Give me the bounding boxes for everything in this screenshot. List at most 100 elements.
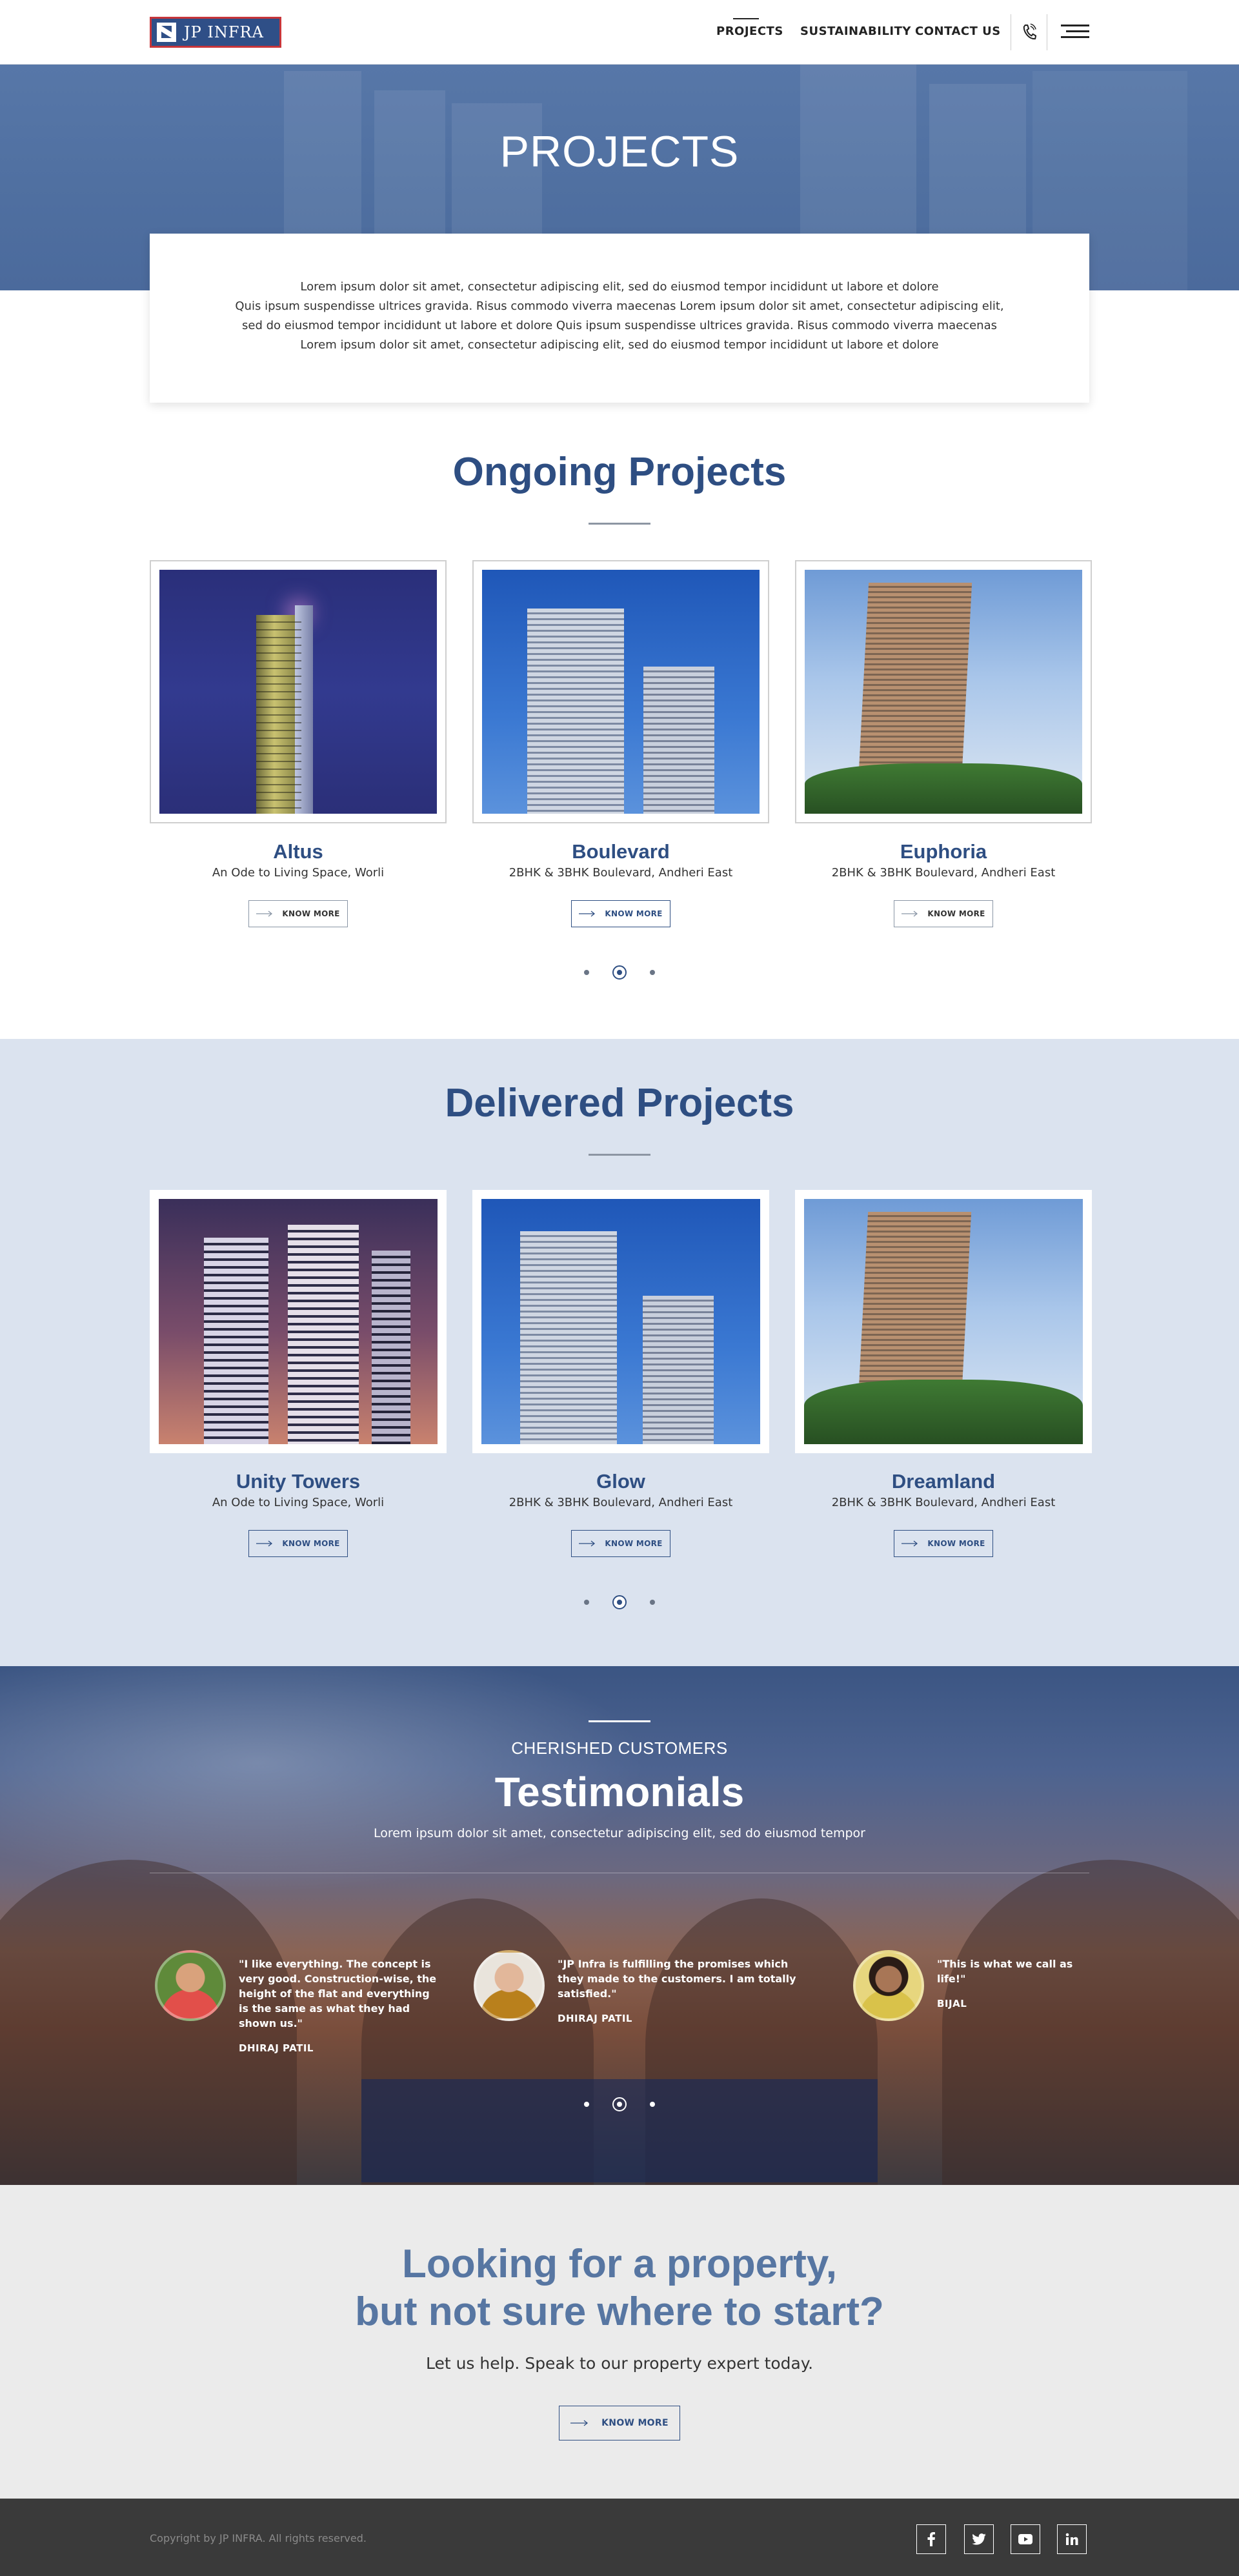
project-image-euphoria[interactable] [805,570,1082,814]
linkedin-icon[interactable] [1057,2524,1087,2554]
testimonials-kicker: CHERISHED CUSTOMERS [511,1738,728,1758]
project-card-glow[interactable]: Glow 2BHK & 3BHK Boulevard, Andheri East… [472,1190,769,1557]
project-image-frame [472,1190,769,1453]
testimonial-author: DHIRAJ PATIL [239,2042,314,2054]
cta-title-line: Looking for a property, [402,2242,837,2286]
project-card-boulevard[interactable]: Boulevard 2BHK & 3BHK Boulevard, Andheri… [472,560,769,927]
know-more-label: KNOW MORE [282,909,340,918]
project-image-frame [150,560,447,823]
know-more-label: KNOW MORE [282,1539,340,1548]
cta-know-more-button[interactable]: KNOW MORE [559,2406,680,2440]
testimonial-quote: "JP Infra is fulfilling the promises whi… [558,1958,796,2000]
youtube-icon[interactable] [1011,2524,1040,2554]
carousel-dot[interactable] [584,970,589,975]
know-more-label: KNOW MORE [605,1539,663,1548]
nav-item-projects[interactable]: PROJECTS [716,25,783,38]
testimonial-author: BIJAL [937,1998,967,2009]
carousel-dot[interactable] [650,2102,655,2107]
project-image-glow[interactable] [481,1199,760,1444]
project-image-boulevard[interactable] [482,570,760,814]
logo-text: JP INFRA [184,23,264,41]
intro-line: Lorem ipsum dolor sit amet, consectetur … [300,338,939,352]
arrow-right-icon [256,911,273,917]
carousel-dot-active[interactable] [612,2097,627,2111]
project-name: Boulevard [572,840,670,863]
know-more-button[interactable]: KNOW MORE [248,1530,348,1557]
project-name: Glow [596,1470,645,1493]
ongoing-carousel-dots [0,965,1239,980]
delivered-projects-title: Delivered Projects [445,1081,794,1125]
twitter-icon[interactable] [964,2524,994,2554]
project-image-frame [472,560,769,823]
know-more-button[interactable]: KNOW MORE [894,1530,993,1557]
ongoing-projects-title: Ongoing Projects [452,450,787,494]
intro-line: sed do eiusmod tempor incididunt ut labo… [242,319,997,332]
project-name: Dreamland [891,1470,996,1493]
nav-item-sustainability[interactable]: SUSTAINABILITY [800,25,911,38]
jp-infra-logo[interactable]: JP INFRA [150,17,281,48]
project-card-altus[interactable]: Altus An Ode to Living Space, Worli KNOW… [150,560,447,927]
background-arch [942,1860,1239,2185]
facebook-icon[interactable] [916,2524,946,2554]
project-name: Euphoria [900,840,987,863]
know-more-button[interactable]: KNOW MORE [571,900,670,927]
nav-item-contact-us[interactable]: CONTACT US [915,25,1001,38]
section-divider [589,1720,650,1722]
project-image-unity-towers[interactable] [159,1199,438,1444]
carousel-dot[interactable] [584,2102,589,2107]
project-image-frame [150,1190,447,1453]
project-image-frame [795,1190,1092,1453]
testimonial-quote: "This is what we call as life!" [937,1958,1073,1985]
project-subtitle: 2BHK & 3BHK Boulevard, Andheri East [831,1496,1056,1509]
nav-item-projects-label[interactable]: PROJECTS [716,25,783,38]
project-subtitle: An Ode to Living Space, Worli [212,866,385,880]
arrow-right-icon [902,911,918,917]
know-more-button[interactable]: KNOW MORE [248,900,348,927]
know-more-button[interactable]: KNOW MORE [571,1530,670,1557]
know-more-label: KNOW MORE [927,909,985,918]
know-more-label: KNOW MORE [927,1539,985,1548]
project-card-euphoria[interactable]: Euphoria 2BHK & 3BHK Boulevard, Andheri … [795,560,1092,927]
arrow-right-icon [902,1540,918,1547]
copyright-text: Copyright by JP INFRA. All rights reserv… [150,2532,367,2544]
delivered-carousel-dots [0,1595,1239,1609]
page-title: PROJECTS [499,127,740,176]
carousel-dot[interactable] [650,1600,655,1605]
intro-text-box: Lorem ipsum dolor sit amet, consectetur … [150,234,1089,403]
carousel-dot-active[interactable] [612,965,627,980]
avatar [474,1950,545,2021]
arrow-right-icon [579,1540,596,1547]
testimonials-subtitle: Lorem ipsum dolor sit amet, consectetur … [373,1826,865,1840]
carousel-dot[interactable] [650,970,655,975]
nav-item-contact-us-label[interactable]: CONTACT US [915,25,1001,38]
cta-subtitle: Let us help. Speak to our property exper… [425,2354,814,2373]
carousel-dot-active[interactable] [612,1595,627,1609]
project-subtitle: 2BHK & 3BHK Boulevard, Andheri East [831,866,1056,880]
logo-mark-icon [157,23,176,42]
know-more-button[interactable]: KNOW MORE [894,900,993,927]
project-image-frame [795,560,1092,823]
nav-item-sustainability-label[interactable]: SUSTAINABILITY [800,25,911,38]
testimonials-title: Testimonials [494,1769,745,1815]
avatar [853,1950,924,2021]
project-name: Altus [273,840,323,863]
project-image-dreamland[interactable] [804,1199,1083,1444]
section-divider [589,523,650,525]
hamburger-menu-icon[interactable] [1061,25,1089,40]
testimonials-section: CHERISHED CUSTOMERS Testimonials Lorem i… [0,1666,1239,2185]
project-card-dreamland[interactable]: Dreamland 2BHK & 3BHK Boulevard, Andheri… [795,1190,1092,1557]
project-image-altus[interactable] [159,570,437,814]
nav-active-indicator [733,18,759,19]
project-subtitle: 2BHK & 3BHK Boulevard, Andheri East [509,1496,733,1509]
project-name: Unity Towers [236,1470,361,1493]
phone-icon[interactable] [1022,23,1036,41]
carousel-dot[interactable] [584,1600,589,1605]
project-card-unity-towers[interactable]: Unity Towers An Ode to Living Space, Wor… [150,1190,447,1557]
avatar [155,1950,226,2021]
testimonial-author: DHIRAJ PATIL [558,2013,632,2024]
arrow-right-icon [256,1540,273,1547]
cta-title-line: but not sure where to start? [355,2289,884,2334]
testimonials-carousel-dots [0,2097,1239,2111]
site-header: JP INFRA PROJECTS SUSTAINABILITY CONTACT… [0,0,1239,65]
background-pool [361,2079,878,2182]
